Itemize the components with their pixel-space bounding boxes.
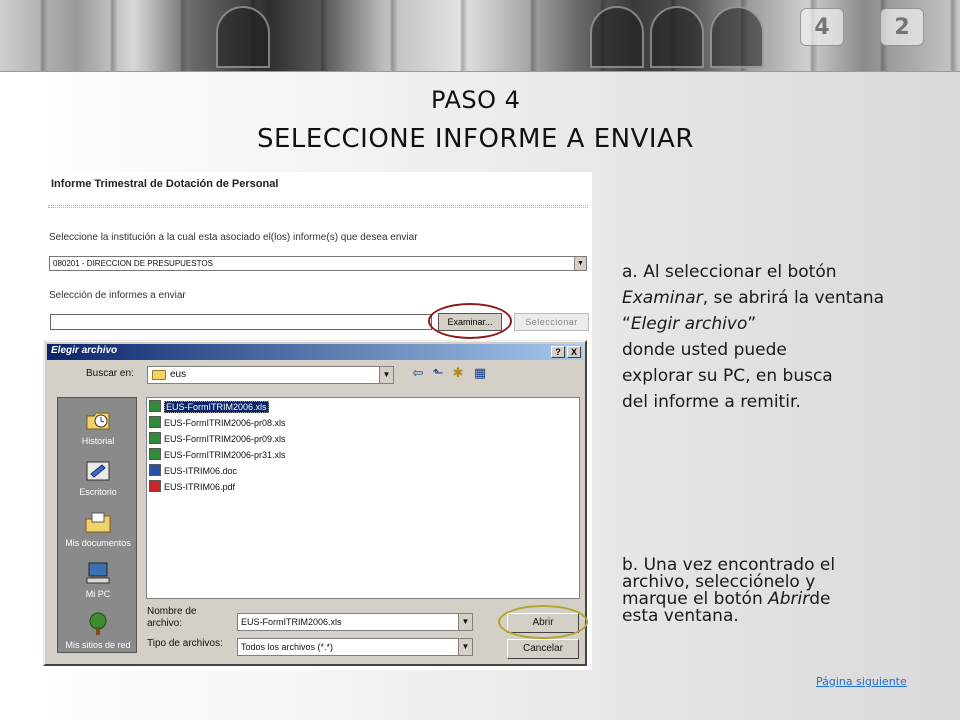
- filename-value: EUS-FormITRIM2006.xls: [241, 617, 342, 627]
- highlight-oval-examinar: [428, 303, 512, 339]
- instruction-a-line6: del informe a remitir.: [622, 392, 801, 412]
- place-my-documents[interactable]: Mis documentos: [58, 510, 138, 548]
- excel-file-icon: [149, 448, 161, 460]
- keyboard-key-decoration: 2: [880, 8, 924, 46]
- instruction-emphasis: Abrir: [768, 589, 810, 609]
- back-arrow-icon[interactable]: ⇦: [409, 366, 427, 382]
- help-button[interactable]: ?: [551, 346, 565, 358]
- instruction-a-line5: explorar su PC, en busca: [622, 366, 833, 386]
- form-screenshot: Informe Trimestral de Dotación de Person…: [40, 172, 592, 670]
- place-history[interactable]: Historial: [58, 408, 138, 446]
- highlight-oval-abrir: [498, 605, 588, 639]
- form-heading: Informe Trimestral de Dotación de Person…: [51, 178, 279, 190]
- slide-step-title: PASO 4: [431, 86, 521, 114]
- word-file-icon: [149, 464, 161, 476]
- look-in-value: eus: [170, 369, 187, 380]
- dialog-title-bar: Elegir archivo ? X: [47, 344, 583, 360]
- place-my-computer[interactable]: Mi PC: [58, 561, 138, 599]
- file-item[interactable]: EUS-ITRIM06.doc: [149, 464, 237, 479]
- file-name: EUS-ITRIM06.doc: [164, 466, 238, 476]
- instruction-b: b. Una vez encontrado el archivo, selecc…: [622, 557, 942, 625]
- institution-select[interactable]: 080201 - DIRECCION DE PRESUPUESTOS ▼: [49, 256, 587, 271]
- up-folder-icon[interactable]: ⬑: [429, 366, 447, 382]
- file-name: EUS-FormITRIM2006-pr31.xls: [164, 450, 286, 460]
- excel-file-icon: [149, 416, 161, 428]
- dialog-title: Elegir archivo: [51, 345, 118, 356]
- chevron-down-icon[interactable]: ▼: [379, 367, 393, 383]
- institution-label: Seleccione la institución a la cual esta…: [49, 232, 418, 243]
- cancel-button[interactable]: Cancelar: [507, 639, 579, 659]
- file-name: EUS-FormITRIM2006-pr08.xls: [164, 418, 286, 428]
- place-label: Historial: [81, 436, 115, 446]
- file-path-input[interactable]: [50, 314, 432, 330]
- chevron-down-icon[interactable]: ▼: [574, 257, 586, 270]
- chevron-down-icon[interactable]: ▼: [458, 614, 472, 630]
- place-network[interactable]: Mis sitios de red: [58, 612, 138, 650]
- desktop-icon: [86, 461, 110, 481]
- building-arch-decoration: [216, 6, 270, 68]
- place-label: Mis documentos: [65, 538, 131, 548]
- instruction-a-line1: a. Al seleccionar el botón: [622, 259, 942, 285]
- folder-icon: [152, 370, 166, 380]
- next-page-link[interactable]: Página siguiente: [816, 675, 907, 688]
- file-item[interactable]: EUS-FormITRIM2006-pr08.xls: [149, 416, 286, 431]
- my-documents-icon: [85, 512, 111, 533]
- filename-input[interactable]: EUS-FormITRIM2006.xls ▼: [237, 613, 473, 631]
- filetype-select[interactable]: Todos los archivos (*.*) ▼: [237, 638, 473, 656]
- instruction-text: a. Al seleccionar el botón: [622, 262, 837, 282]
- look-in-label: Buscar en:: [86, 368, 134, 379]
- slide-title: SELECCIONE INFORME A ENVIAR: [257, 124, 694, 154]
- instruction-emphasis: Examinar: [622, 288, 703, 308]
- header-banner-image: 4 2: [0, 0, 960, 72]
- filetype-label: Tipo de archivos:: [147, 638, 223, 649]
- file-item[interactable]: EUS-FormITRIM2006-pr31.xls: [149, 448, 286, 463]
- filename-label: Nombre de archivo:: [147, 606, 197, 629]
- institution-select-value: 080201 - DIRECCION DE PRESUPUESTOS: [53, 259, 213, 268]
- chevron-down-icon[interactable]: ▼: [458, 639, 472, 655]
- history-icon: [86, 412, 110, 430]
- instruction-emphasis: Elegir archivo: [630, 314, 748, 334]
- instruction-a-line4: donde usted puede: [622, 340, 787, 360]
- instruction-b-line4: esta ventana.: [622, 606, 739, 626]
- building-window-decoration: [590, 6, 644, 68]
- file-name: EUS-FormITRIM2006.xls: [164, 401, 269, 413]
- pdf-file-icon: [149, 480, 161, 492]
- instruction-text: de: [809, 589, 831, 609]
- building-window-decoration: [710, 6, 764, 68]
- place-label: Escritorio: [79, 487, 117, 497]
- selection-label: Selección de informes a enviar: [49, 290, 186, 301]
- places-bar: Historial Escritorio Mis documentos Mi P…: [57, 397, 137, 653]
- instruction-a-line2: Examinar, se abrirá la ventana “Elegir a…: [622, 285, 942, 337]
- file-item[interactable]: EUS-FormITRIM2006-pr09.xls: [149, 432, 286, 447]
- file-name: EUS-FormITRIM2006-pr09.xls: [164, 434, 286, 444]
- my-computer-icon: [86, 562, 110, 584]
- excel-file-icon: [149, 400, 161, 412]
- file-item[interactable]: EUS-FormITRIM2006.xls: [149, 400, 269, 415]
- view-menu-icon[interactable]: ▦: [471, 366, 489, 382]
- divider: [48, 205, 588, 208]
- file-item[interactable]: EUS-ITRIM06.pdf: [149, 480, 235, 495]
- place-desktop[interactable]: Escritorio: [58, 459, 138, 497]
- keyboard-key-decoration: 4: [800, 8, 844, 46]
- network-places-icon: [89, 612, 107, 635]
- filetype-value: Todos los archivos (*.*): [241, 642, 334, 652]
- look-in-combo[interactable]: eus ▼: [147, 366, 394, 384]
- place-label: Mis sitios de red: [65, 640, 131, 650]
- seleccionar-button[interactable]: Seleccionar: [514, 313, 589, 331]
- instruction-a: a. Al seleccionar el botón Examinar, se …: [622, 259, 942, 415]
- excel-file-icon: [149, 432, 161, 444]
- instruction-text: ”: [747, 314, 757, 334]
- building-window-decoration: [650, 6, 704, 68]
- close-button[interactable]: X: [567, 346, 581, 358]
- place-label: Mi PC: [85, 589, 111, 599]
- file-name: EUS-ITRIM06.pdf: [164, 482, 236, 492]
- file-list: EUS-FormITRIM2006.xls EUS-FormITRIM2006-…: [146, 397, 580, 599]
- file-open-dialog: Elegir archivo ? X Buscar en: eus ▼ ⇦ ⬑ …: [43, 340, 588, 666]
- new-folder-icon[interactable]: ✱: [449, 366, 467, 382]
